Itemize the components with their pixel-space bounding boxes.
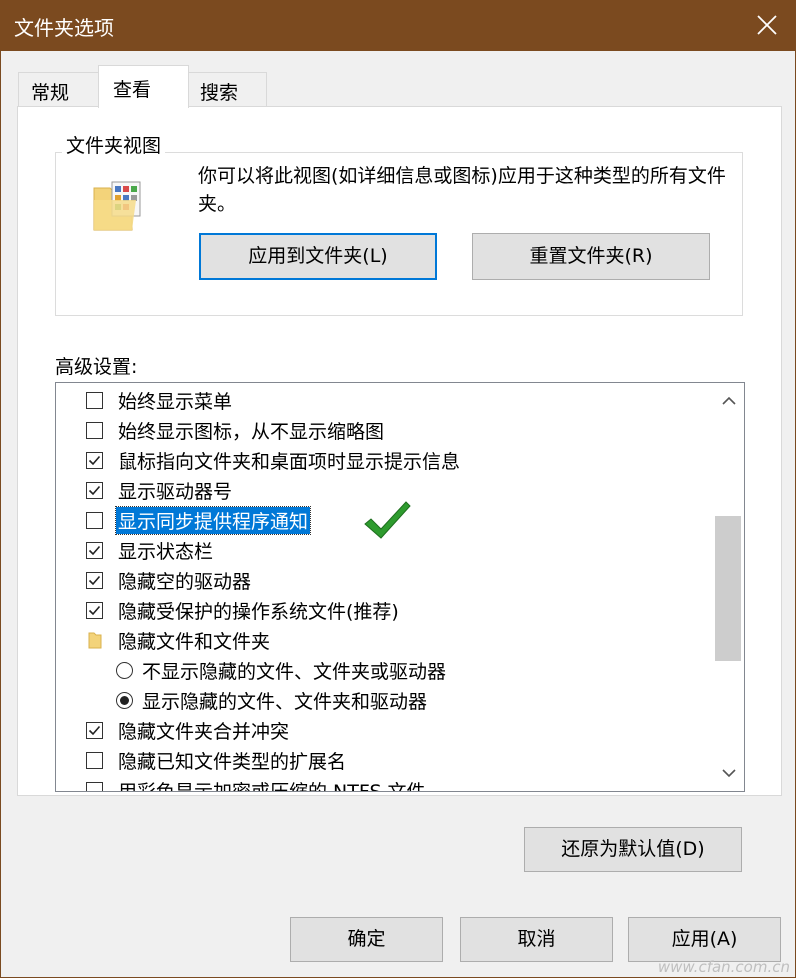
checkbox-checked[interactable] — [86, 452, 103, 469]
watermark: www.cfan.com.cn — [657, 958, 790, 976]
list-item-label: 隐藏受保护的操作系统文件(推荐) — [118, 601, 399, 623]
close-icon — [757, 15, 777, 35]
apply-to-folders-button[interactable]: 应用到文件夹(L) — [199, 233, 437, 280]
chevron-down-icon[interactable] — [721, 767, 737, 779]
list-item-label: 显示同步提供程序通知 — [114, 506, 312, 535]
checkmark-icon — [88, 575, 101, 586]
advanced-settings-label: 高级设置: — [55, 356, 138, 378]
radio-button-selected[interactable] — [116, 692, 133, 709]
list-item-label: 显示驱动器号 — [118, 481, 233, 503]
list-item-label: 始终显示菜单 — [118, 391, 233, 413]
list-item-label: 不显示隐藏的文件、文件夹或驱动器 — [142, 661, 447, 683]
checkbox[interactable] — [86, 782, 103, 791]
radio-button[interactable] — [116, 662, 133, 679]
ok-button[interactable]: 确定 — [290, 917, 443, 962]
tab-general[interactable]: 常规 — [18, 72, 100, 107]
list-item-label: 隐藏文件和文件夹 — [118, 631, 271, 653]
folder-views-title: 文件夹视图 — [62, 131, 166, 158]
restore-defaults-button[interactable]: 还原为默认值(D) — [524, 827, 742, 872]
folder-views-icon — [93, 181, 141, 231]
checkbox-checked[interactable] — [86, 482, 103, 499]
checkbox-checked[interactable] — [86, 602, 103, 619]
list-item-label: 始终显示图标，从不显示缩略图 — [118, 421, 385, 443]
checkmark-icon — [88, 725, 101, 736]
checkbox-checked[interactable] — [86, 722, 103, 739]
checkmark-icon — [88, 545, 101, 556]
list-item-label: 显示隐藏的文件、文件夹和驱动器 — [142, 691, 428, 713]
tab-view[interactable]: 查看 — [98, 65, 189, 108]
advanced-settings-list[interactable]: 始终显示菜单 始终显示图标，从不显示缩略图 鼠标指向文件夹和桌面项时显示提示信息… — [55, 382, 745, 792]
checkmark-icon — [88, 485, 101, 496]
green-checkmark-annotation-icon — [364, 501, 411, 539]
chevron-up-icon[interactable] — [721, 395, 737, 407]
checkmark-icon — [88, 455, 101, 466]
folder-views-description: 你可以将此视图(如详细信息或图标)应用于这种类型的所有文件夹。 — [198, 165, 726, 215]
checkmark-icon — [88, 605, 101, 616]
list-item-label: 隐藏空的驱动器 — [118, 571, 252, 593]
tab-label: 查看 — [113, 79, 152, 101]
list-item-label: 隐藏文件夹合并冲突 — [118, 721, 290, 743]
checkbox[interactable] — [86, 392, 103, 409]
list-item-label: 鼠标指向文件夹和桌面项时显示提示信息 — [118, 451, 461, 473]
window-title: 文件夹选项 — [14, 16, 114, 40]
tab-label: 搜索 — [200, 82, 239, 104]
tab-label: 常规 — [31, 82, 70, 104]
checkbox-checked[interactable] — [86, 542, 103, 559]
checkbox-checked[interactable] — [86, 572, 103, 589]
checkbox[interactable] — [86, 512, 103, 529]
checkbox[interactable] — [86, 422, 103, 439]
reset-folders-button[interactable]: 重置文件夹(R) — [472, 233, 710, 280]
scrollbar[interactable] — [713, 383, 743, 791]
list-item-label: 隐藏已知文件类型的扩展名 — [118, 751, 347, 773]
tab-search[interactable]: 搜索 — [187, 72, 267, 107]
cancel-button[interactable]: 取消 — [460, 917, 613, 962]
checkbox[interactable] — [86, 752, 103, 769]
close-button[interactable] — [738, 0, 796, 51]
list-item-label: 显示状态栏 — [118, 541, 214, 563]
title-bar: 文件夹选项 — [0, 0, 796, 51]
folder-icon — [88, 632, 102, 649]
list-item-label: 用彩色显示加密或压缩的 NTFS 文件 — [118, 781, 426, 792]
apply-button[interactable]: 应用(A) — [628, 917, 781, 962]
scrollbar-thumb[interactable] — [715, 516, 741, 661]
